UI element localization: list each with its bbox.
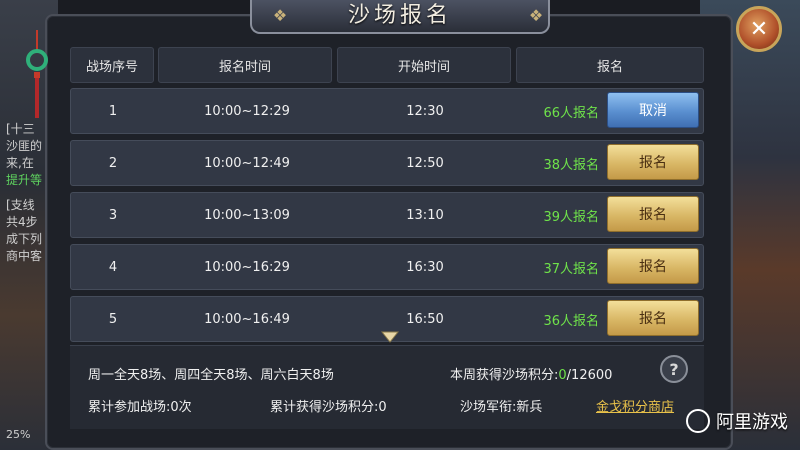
start-time: 16:30 [406,259,444,275]
table-row: 1 10:00~12:29 12:30 66人报名 取消 [70,88,704,134]
title-plate: ❖ 沙场报名 ❖ [250,0,550,34]
signup-count: 36人报名 [543,313,599,329]
signup-button[interactable]: 报名 [607,300,699,336]
signup-button[interactable]: 报名 [607,144,699,180]
signup-time: 10:00~16:29 [204,259,290,275]
points-shop-link[interactable]: 金戈积分商店 [596,396,674,415]
weekly-points: 本周获得沙场积分:0/12600 [450,364,612,383]
watermark-text: 阿里游戏 [716,412,788,433]
battlefield-number: 3 [108,207,118,223]
close-button[interactable]: ✕ [736,6,782,52]
watermark-logo-icon [686,409,710,433]
quest-text-line: [支线 [6,198,35,212]
watermark: 阿里游戏 [686,408,788,434]
total-points-label: 累计获得沙场积分: [270,400,379,415]
rank-label: 沙场军衔: [460,400,517,415]
battlefield-number: 5 [108,311,118,327]
schedule-text: 周一全天8场、周四全天8场、周六白天8场 [88,368,334,383]
military-rank: 沙场军衔:新兵 [460,396,542,415]
help-button[interactable]: ? [660,355,688,383]
start-time: 16:50 [406,311,444,327]
quest-text-line: 沙匪的 [6,139,43,153]
table-row: 4 10:00~16:29 16:30 37人报名 报名 [70,244,704,290]
weekly-points-label: 本周获得沙场积分: [450,368,559,383]
quest-text-line: 商中客 [6,249,43,263]
quest-text-line: 来,在 [6,156,34,170]
battlefield-number: 4 [108,259,118,275]
start-time: 13:10 [406,207,444,223]
battles-label: 累计参加战场: [88,400,171,415]
total-points-value: 0 [378,400,387,415]
dialog-title: 沙场报名 [347,3,452,28]
signup-count: 37人报名 [543,261,599,277]
signup-time: 10:00~16:49 [204,311,290,327]
quest-text-line: 提升等 [6,173,43,187]
question-mark-icon: ? [669,359,679,379]
left-percent-text: 25% [6,428,31,441]
weekly-points-value: 0 [558,368,567,383]
close-icon: ✕ [749,16,769,42]
header-signup: 报名 [516,47,704,83]
signup-time: 10:00~12:29 [204,103,290,119]
header-start-time: 开始时间 [337,47,511,83]
battles-value: 0次 [170,400,192,415]
table-row: 2 10:00~12:49 12:50 38人报名 报名 [70,140,704,186]
signup-count: 39人报名 [543,209,599,225]
battlefield-number: 1 [108,103,118,119]
signup-count: 38人报名 [543,157,599,173]
weekly-points-max: /12600 [566,368,613,383]
header-battlefield-number: 战场序号 [70,47,154,83]
start-time: 12:50 [406,155,444,171]
ornament-left-icon: ❖ [272,6,288,25]
signup-time: 10:00~12:49 [204,155,290,171]
signup-button[interactable]: 报名 [607,248,699,284]
signup-time: 10:00~13:09 [204,207,290,223]
jade-pendant-icon [26,30,48,118]
rank-value: 新兵 [516,400,543,415]
battles-joined: 累计参加战场:0次 [88,396,192,415]
quest-text-line: 成下列 [6,232,43,246]
cancel-signup-button[interactable]: 取消 [607,92,699,128]
header-signup-time: 报名时间 [158,47,332,83]
signup-count: 66人报名 [543,105,599,121]
signup-button[interactable]: 报名 [607,196,699,232]
ornament-right-icon: ❖ [528,6,544,25]
footer-panel: 周一全天8场、周四全天8场、周六白天8场 本周获得沙场积分:0/12600 ? … [70,345,704,429]
quest-text-line: 共4步 [6,215,38,229]
battlefield-number: 2 [108,155,118,171]
table-row: 3 10:00~13:09 13:10 39人报名 报名 [70,192,704,238]
start-time: 12:30 [406,103,444,119]
quest-text-line: [十三 [6,122,35,136]
total-points: 累计获得沙场积分:0 [270,396,387,415]
scroll-down-icon[interactable] [381,331,399,343]
